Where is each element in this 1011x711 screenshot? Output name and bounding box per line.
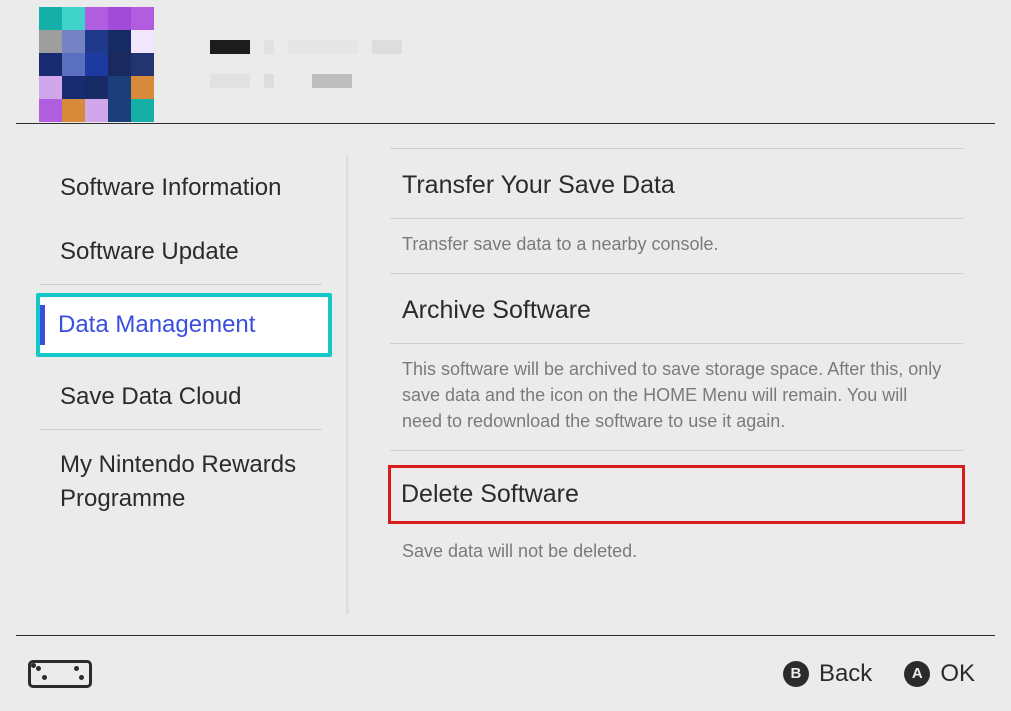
a-button-icon: A [904, 661, 930, 687]
back-button[interactable]: B Back [783, 660, 872, 688]
software-title-placeholder [210, 40, 402, 88]
back-label: Back [819, 660, 872, 688]
sidebar: Software Information Software Update Dat… [0, 124, 350, 634]
header-bar [16, 0, 995, 124]
option-desc-archive: This software will be archived to save s… [390, 343, 963, 438]
software-icon [39, 7, 154, 122]
option-archive-software: Archive Software This software will be a… [390, 273, 963, 450]
sidebar-item-rewards-programme[interactable]: My Nintendo Rewards Programme [0, 430, 350, 533]
sidebar-item-software-update[interactable]: Software Update [0, 220, 350, 284]
ok-label: OK [940, 660, 975, 688]
sidebar-item-save-data-cloud[interactable]: Save Data Cloud [0, 365, 350, 429]
option-desc-delete: Save data will not be deleted. [390, 532, 963, 568]
ok-button[interactable]: A OK [904, 660, 975, 688]
b-button-icon: B [783, 661, 809, 687]
option-title-archive[interactable]: Archive Software [390, 290, 963, 331]
sidebar-item-data-management[interactable]: Data Management [36, 293, 332, 357]
option-title-delete[interactable]: Delete Software [388, 465, 965, 524]
controller-icon[interactable] [28, 660, 92, 688]
option-delete-software: Delete Software Save data will not be de… [390, 450, 963, 580]
sidebar-item-software-information[interactable]: Software Information [0, 156, 350, 220]
option-transfer-save-data: Transfer Your Save Data Transfer save da… [390, 148, 963, 273]
content-panel: Transfer Your Save Data Transfer save da… [350, 124, 1011, 634]
option-desc-transfer: Transfer save data to a nearby console. [390, 218, 963, 261]
option-title-transfer[interactable]: Transfer Your Save Data [390, 165, 963, 206]
footer-bar: B Back A OK [16, 635, 995, 711]
